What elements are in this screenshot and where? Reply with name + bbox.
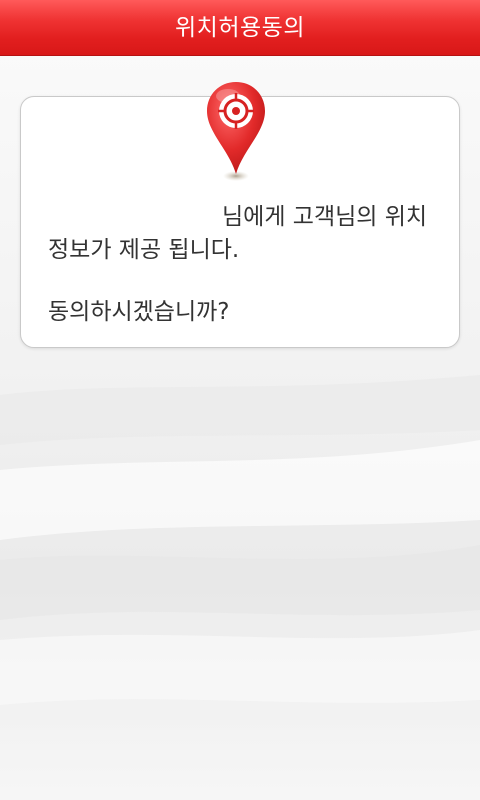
map-pin-target-icon xyxy=(207,82,265,181)
recipient-name xyxy=(48,198,220,228)
page-title: 위치허용동의 xyxy=(175,15,305,41)
consent-question: 동의하시겠습니까? xyxy=(48,299,230,325)
message-line-1: 님에게 고객님의 위치 xyxy=(222,204,428,230)
title-bar: 위치허용동의 xyxy=(0,0,480,56)
message-line-2: 정보가 제공 됩니다. xyxy=(48,237,240,263)
